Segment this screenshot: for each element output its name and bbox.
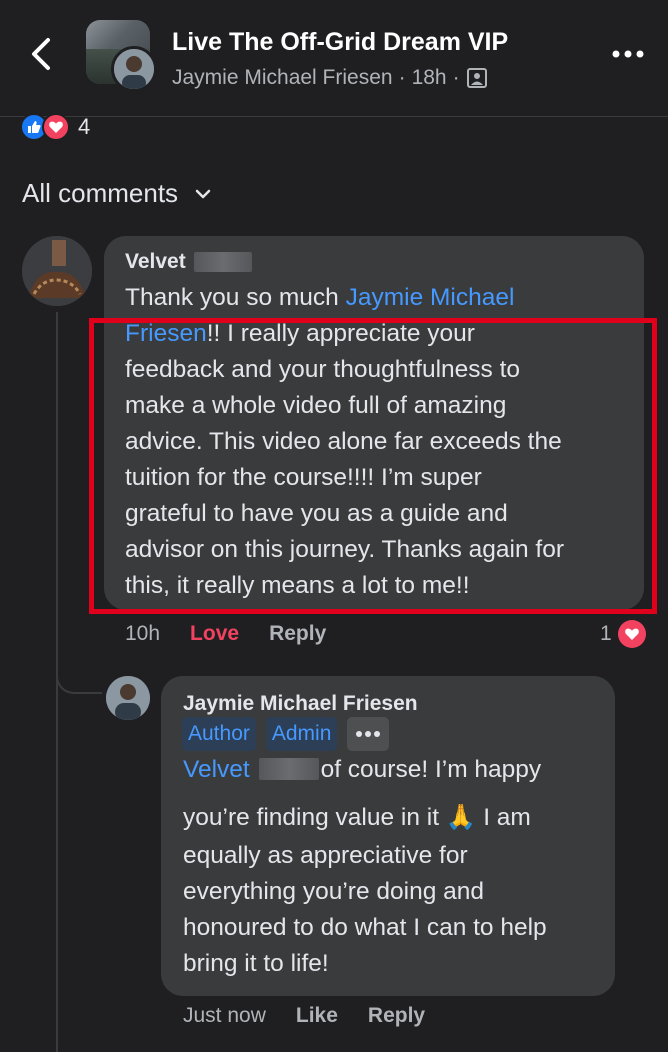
group-title[interactable]: Live The Off-Grid Dream VIP (172, 28, 508, 57)
mention-link[interactable]: Velvet (183, 756, 250, 783)
comments-filter-label: All comments (22, 178, 179, 208)
back-arrow-icon[interactable] (26, 36, 56, 72)
comment-time[interactable]: 10h (125, 622, 160, 646)
reply-button[interactable]: Reply (368, 1004, 425, 1028)
thread-connector (56, 650, 102, 694)
header-divider (0, 116, 668, 117)
author-badges: Author Admin (182, 717, 390, 751)
post-meta: Jaymie Michael Friesen · 18h · (172, 66, 488, 90)
reply-actions: Just now Like Reply (183, 1004, 425, 1028)
photo-group-icon (466, 68, 487, 88)
love-reaction-button[interactable]: Love (190, 622, 239, 646)
redacted-surname (193, 252, 252, 272)
reply-author-avatar[interactable] (106, 676, 150, 720)
comment-actions: 10h Love Reply (125, 622, 326, 646)
reply-time[interactable]: Just now (183, 1004, 266, 1028)
more-badges-button[interactable] (347, 717, 390, 751)
commenter-name[interactable]: Velvet (125, 250, 252, 274)
separator: · (398, 66, 406, 89)
highlight-annotation (89, 318, 657, 614)
praying-hands-emoji: 🙏 (445, 804, 477, 831)
post-header: Live The Off-Grid Dream VIP Jaymie Micha… (0, 0, 668, 116)
post-reactions[interactable]: 4 (20, 112, 90, 142)
more-options-icon[interactable] (610, 42, 646, 66)
redacted-surname (258, 758, 319, 780)
comment-text-line: Thank you so much Jaymie Michael (125, 284, 515, 311)
chevron-down-icon (195, 189, 211, 198)
reply-button[interactable]: Reply (269, 622, 326, 646)
post-author[interactable]: Jaymie Michael Friesen (172, 66, 393, 90)
love-icon (617, 620, 646, 648)
author-badge[interactable]: Author (182, 717, 256, 751)
admin-badge[interactable]: Admin (265, 717, 338, 751)
like-button[interactable]: Like (296, 1004, 338, 1028)
post-time[interactable]: 18h (412, 66, 447, 90)
love-icon (42, 113, 70, 141)
commenter-avatar[interactable] (22, 236, 92, 306)
reaction-count: 4 (78, 114, 91, 139)
reply-author-name[interactable]: Jaymie Michael Friesen (183, 692, 418, 716)
comment-reaction-count: 1 (600, 622, 612, 645)
author-avatar[interactable] (111, 46, 157, 92)
comment-reaction-summary[interactable]: 1 (600, 620, 646, 648)
mention-link[interactable]: Jaymie Michael (346, 284, 515, 311)
comments-filter-dropdown[interactable]: All comments (22, 178, 212, 209)
separator: · (452, 66, 460, 89)
more-options-icon (356, 731, 381, 737)
